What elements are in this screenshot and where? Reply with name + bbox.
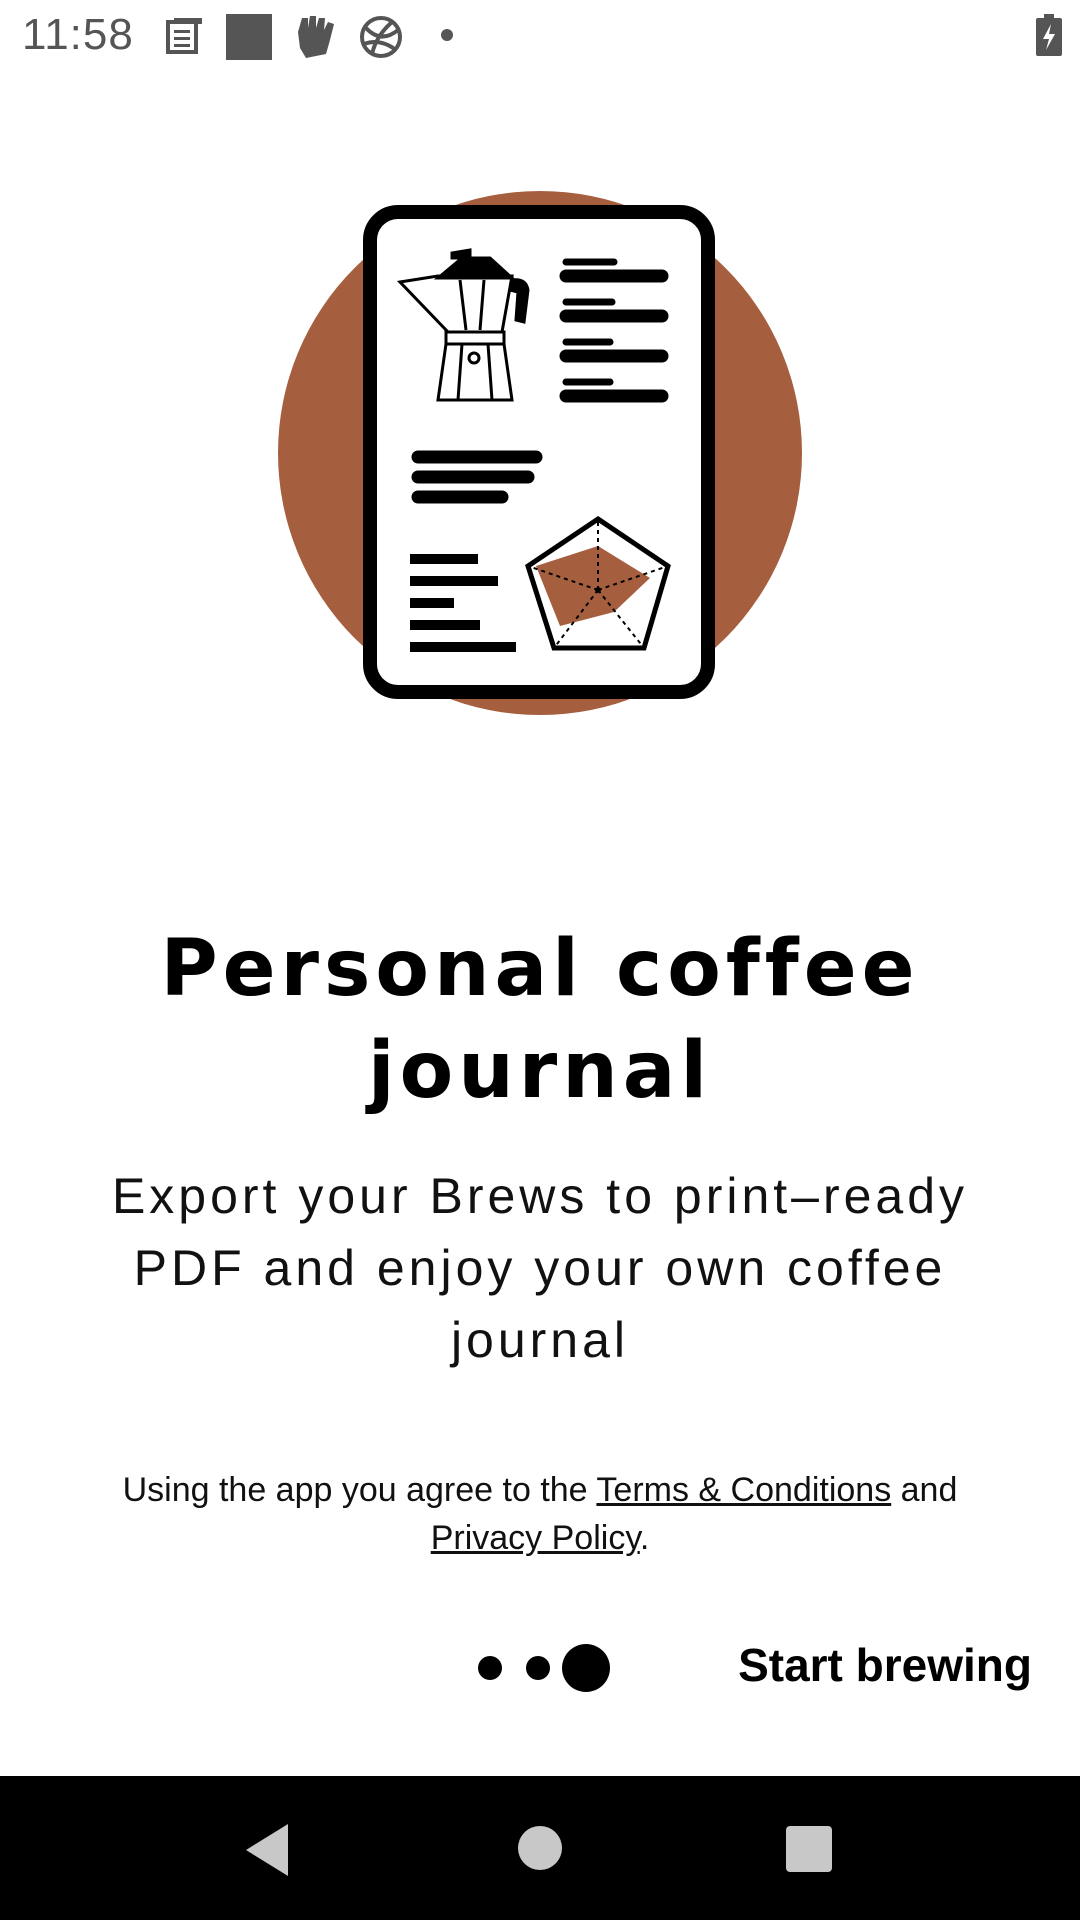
status-time: 11:58: [22, 10, 134, 59]
legal-notice: Using the app you agree to the Terms & C…: [90, 1466, 990, 1562]
fist-icon: [298, 16, 334, 58]
legal-middle: and: [891, 1471, 958, 1509]
page-dot: [478, 1656, 502, 1680]
nav-home-button[interactable]: [470, 1776, 610, 1920]
legal-prefix: Using the app you agree to the: [122, 1471, 597, 1509]
legal-suffix: .: [639, 1519, 650, 1557]
battery-charging-icon: [1036, 14, 1062, 56]
privacy-link[interactable]: Privacy Policy: [431, 1519, 640, 1557]
page-dot-active: [562, 1644, 610, 1692]
home-icon: [518, 1826, 562, 1870]
terms-link[interactable]: Terms & Conditions: [596, 1471, 891, 1509]
nav-back-button[interactable]: [196, 1776, 336, 1920]
page-title: Personal coffee journal: [160, 924, 920, 1116]
square-icon: [226, 14, 272, 60]
back-icon: [246, 1824, 288, 1876]
page-dot: [526, 1656, 550, 1680]
coffee-journal-page-icon: [363, 205, 715, 699]
coffee-journal-illustration: [278, 191, 802, 715]
globe-icon: [360, 16, 402, 58]
page-indicator: [470, 1640, 620, 1696]
page-subtitle: Export your Brews to print–ready PDF and…: [111, 1168, 969, 1368]
notification-doc-icon: [166, 18, 202, 54]
recents-icon: [786, 1826, 832, 1872]
start-brewing-button[interactable]: Start brewing: [738, 1638, 1032, 1692]
navigation-bar: [0, 1776, 1080, 1920]
nav-recents-button[interactable]: [740, 1776, 880, 1920]
status-bar: 11:58: [0, 0, 1080, 72]
dot-icon: [441, 29, 453, 41]
